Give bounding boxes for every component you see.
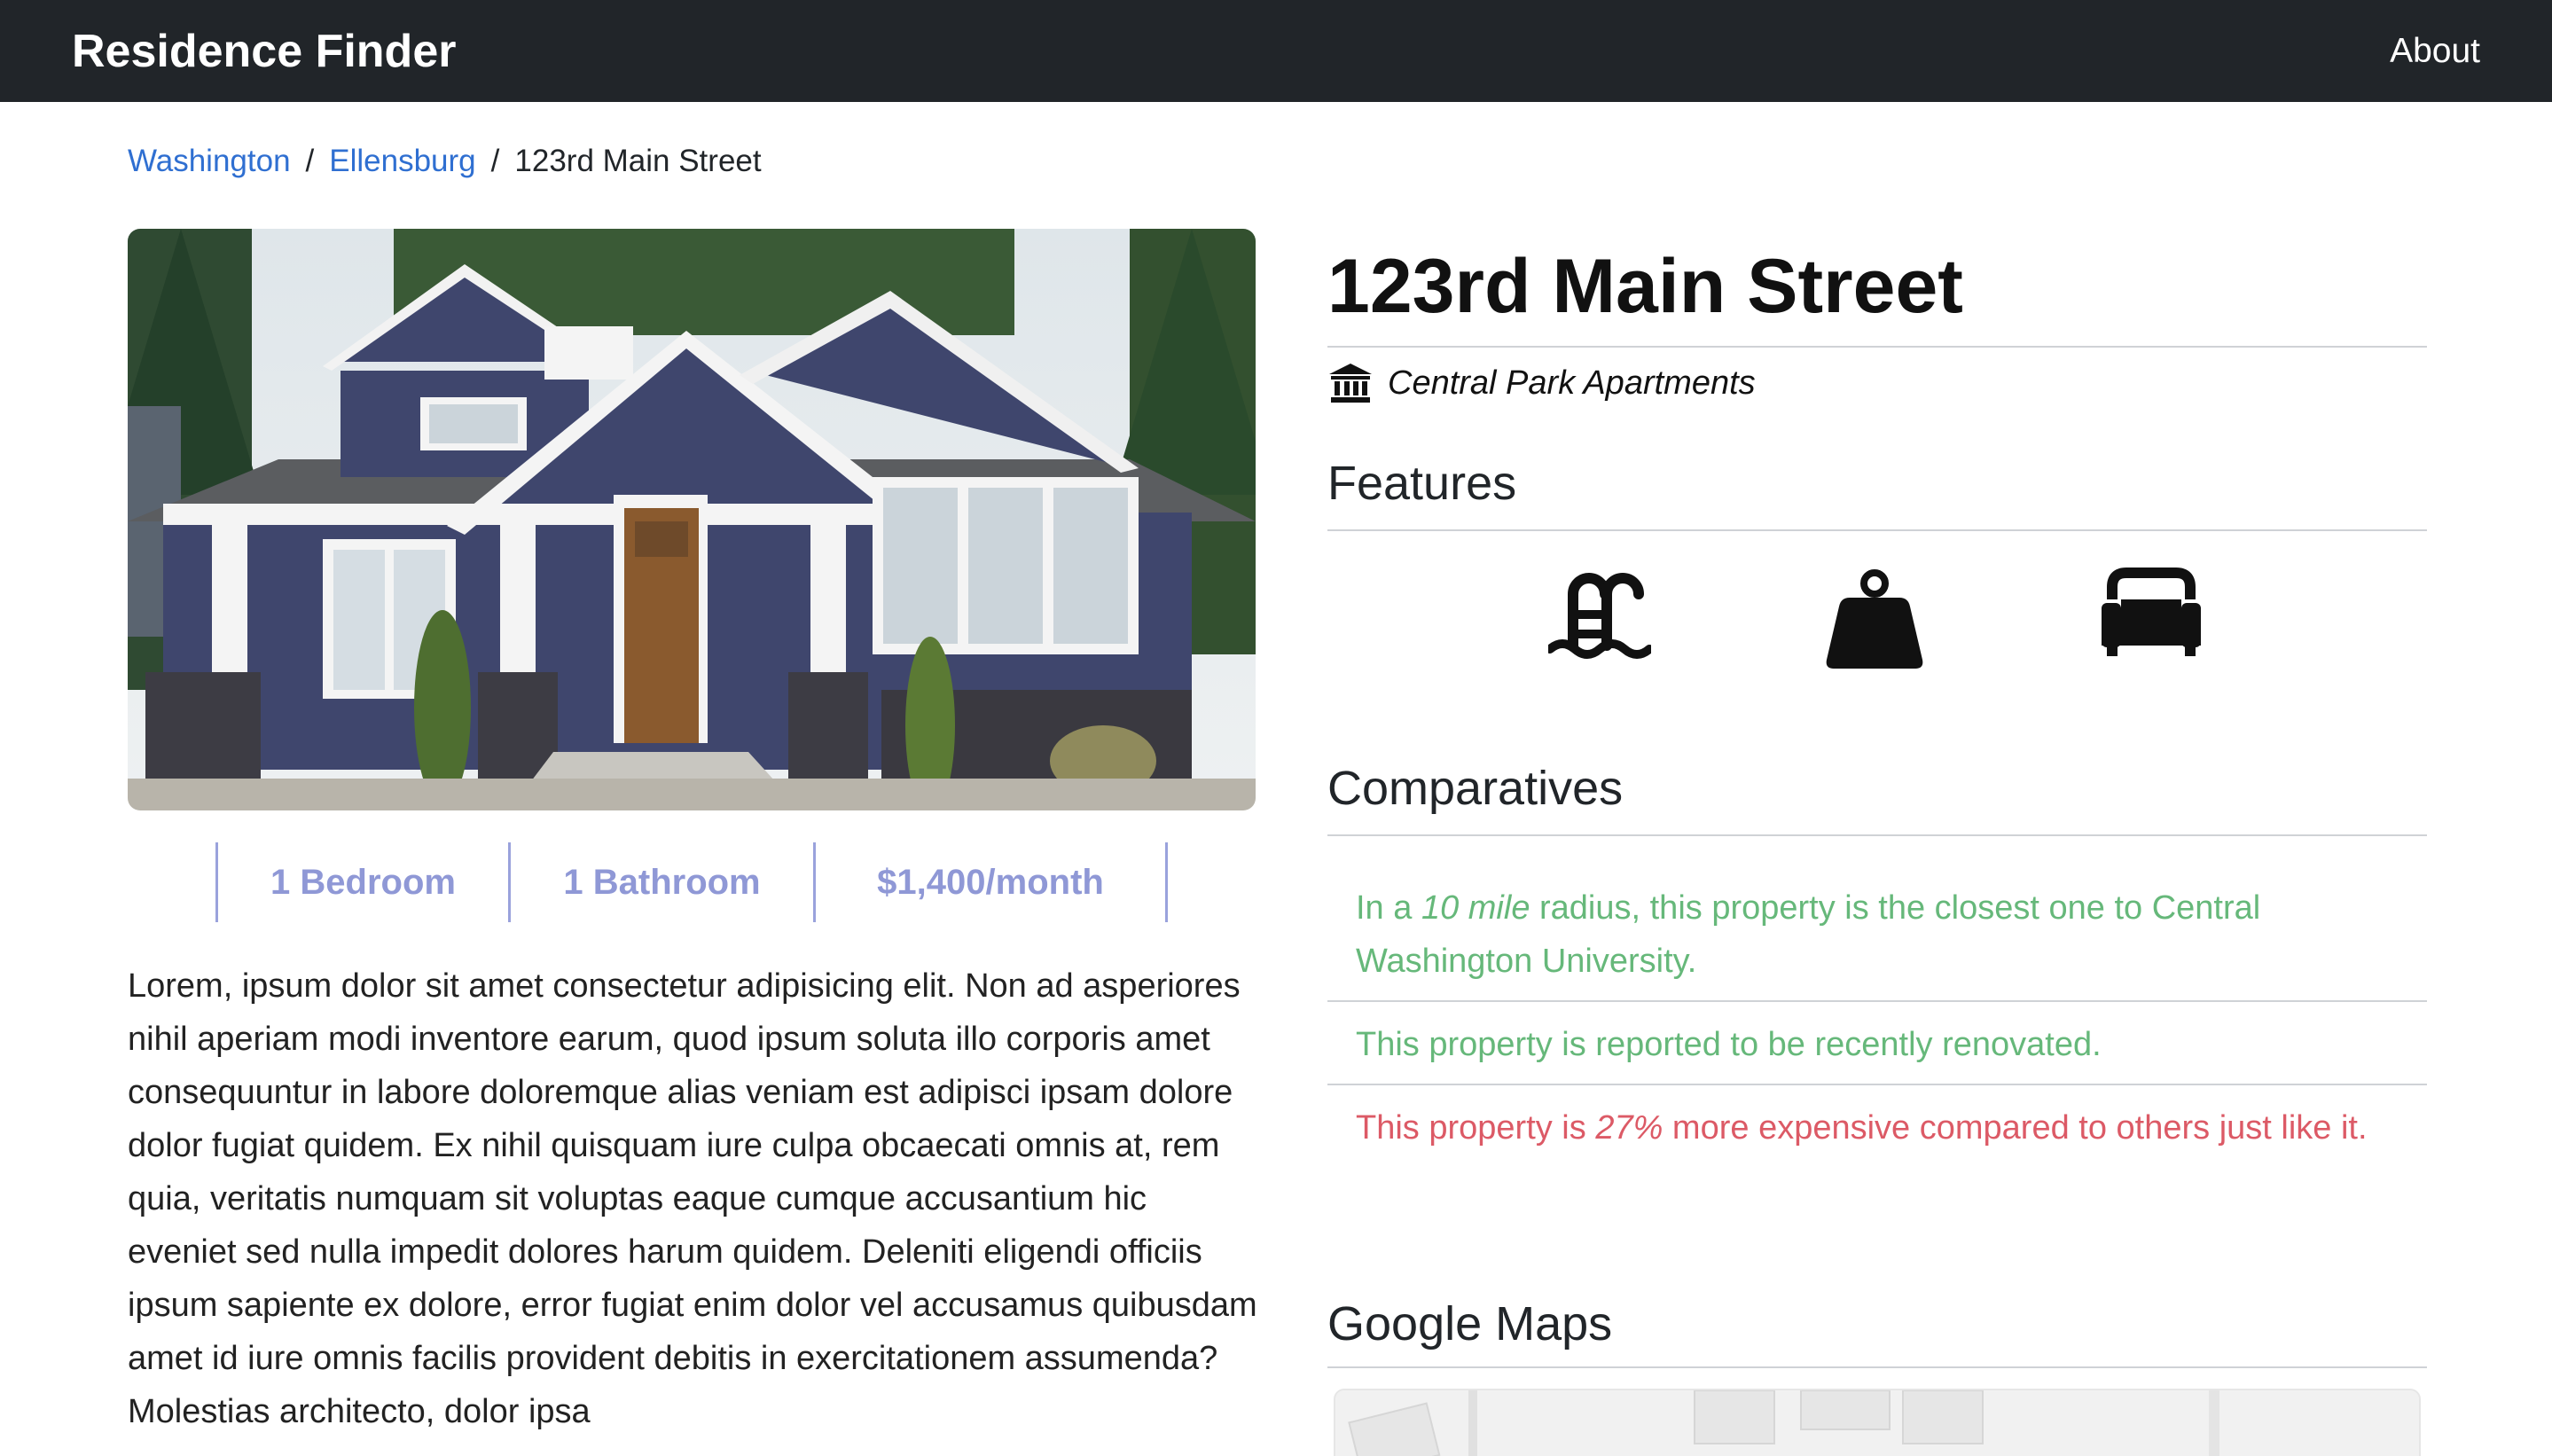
divider: [1327, 346, 2427, 348]
navbar: Residence Finder About: [0, 0, 2552, 102]
comparatives-heading: Comparatives: [1327, 762, 1624, 815]
map-tiles: [1335, 1390, 2419, 1456]
comparative-text: In a: [1356, 889, 1421, 927]
property-title: 123rd Main Street: [1327, 244, 1963, 329]
breadcrumb-state-link[interactable]: Washington: [128, 144, 291, 179]
brand-logo-text[interactable]: Residence Finder: [72, 25, 456, 78]
features-heading: Features: [1327, 457, 1517, 510]
comparative-item-price: This property is 27% more expensive comp…: [1356, 1101, 2402, 1155]
breadcrumb: Washington / Ellensburg / 123rd Main Str…: [128, 144, 762, 179]
breadcrumb-current: 123rd Main Street: [514, 144, 762, 178]
landmark-icon: [1329, 364, 1372, 403]
comparative-emphasis: 10 mile: [1421, 889, 1530, 927]
comparative-item-distance: In a 10 mile radius, this property is th…: [1356, 881, 2402, 988]
google-maps-heading: Google Maps: [1327, 1297, 1613, 1350]
comparative-text: This property is: [1356, 1109, 1596, 1147]
nav-about-link[interactable]: About: [2390, 32, 2480, 71]
comparative-emphasis: 27%: [1595, 1109, 1663, 1147]
pool-icon: [1546, 568, 1654, 669]
house-photo: [128, 229, 1256, 810]
divider: [1327, 834, 2427, 836]
stat-price: $1,400/month: [813, 842, 1168, 922]
comparative-text: more expensive compared to others just l…: [1663, 1109, 2368, 1147]
stat-bedrooms: 1 Bedroom: [215, 842, 508, 922]
complex-name-row: Central Park Apartments: [1327, 362, 1756, 404]
property-stats: 1 Bedroom 1 Bathroom $1,400/month: [215, 842, 1168, 922]
divider: [1327, 1366, 2427, 1368]
stat-bathrooms: 1 Bathroom: [508, 842, 813, 922]
complex-name: Central Park Apartments: [1388, 364, 1756, 402]
breadcrumb-separator: /: [490, 144, 500, 178]
house-illustration: [128, 229, 1256, 810]
breadcrumb-separator: /: [305, 144, 315, 178]
couch-icon: [2100, 568, 2203, 664]
divider: [1327, 1000, 2427, 1002]
map-embed[interactable]: [1334, 1389, 2421, 1456]
breadcrumb-city-link[interactable]: Ellensburg: [329, 144, 475, 179]
divider: [1327, 1084, 2427, 1085]
comparative-item-renovated: This property is reported to be recently…: [1356, 1026, 2102, 1063]
divider: [1327, 529, 2427, 531]
weight-icon: [1823, 568, 1926, 675]
property-description: Lorem, ipsum dolor sit amet consectetur …: [128, 967, 1257, 1430]
